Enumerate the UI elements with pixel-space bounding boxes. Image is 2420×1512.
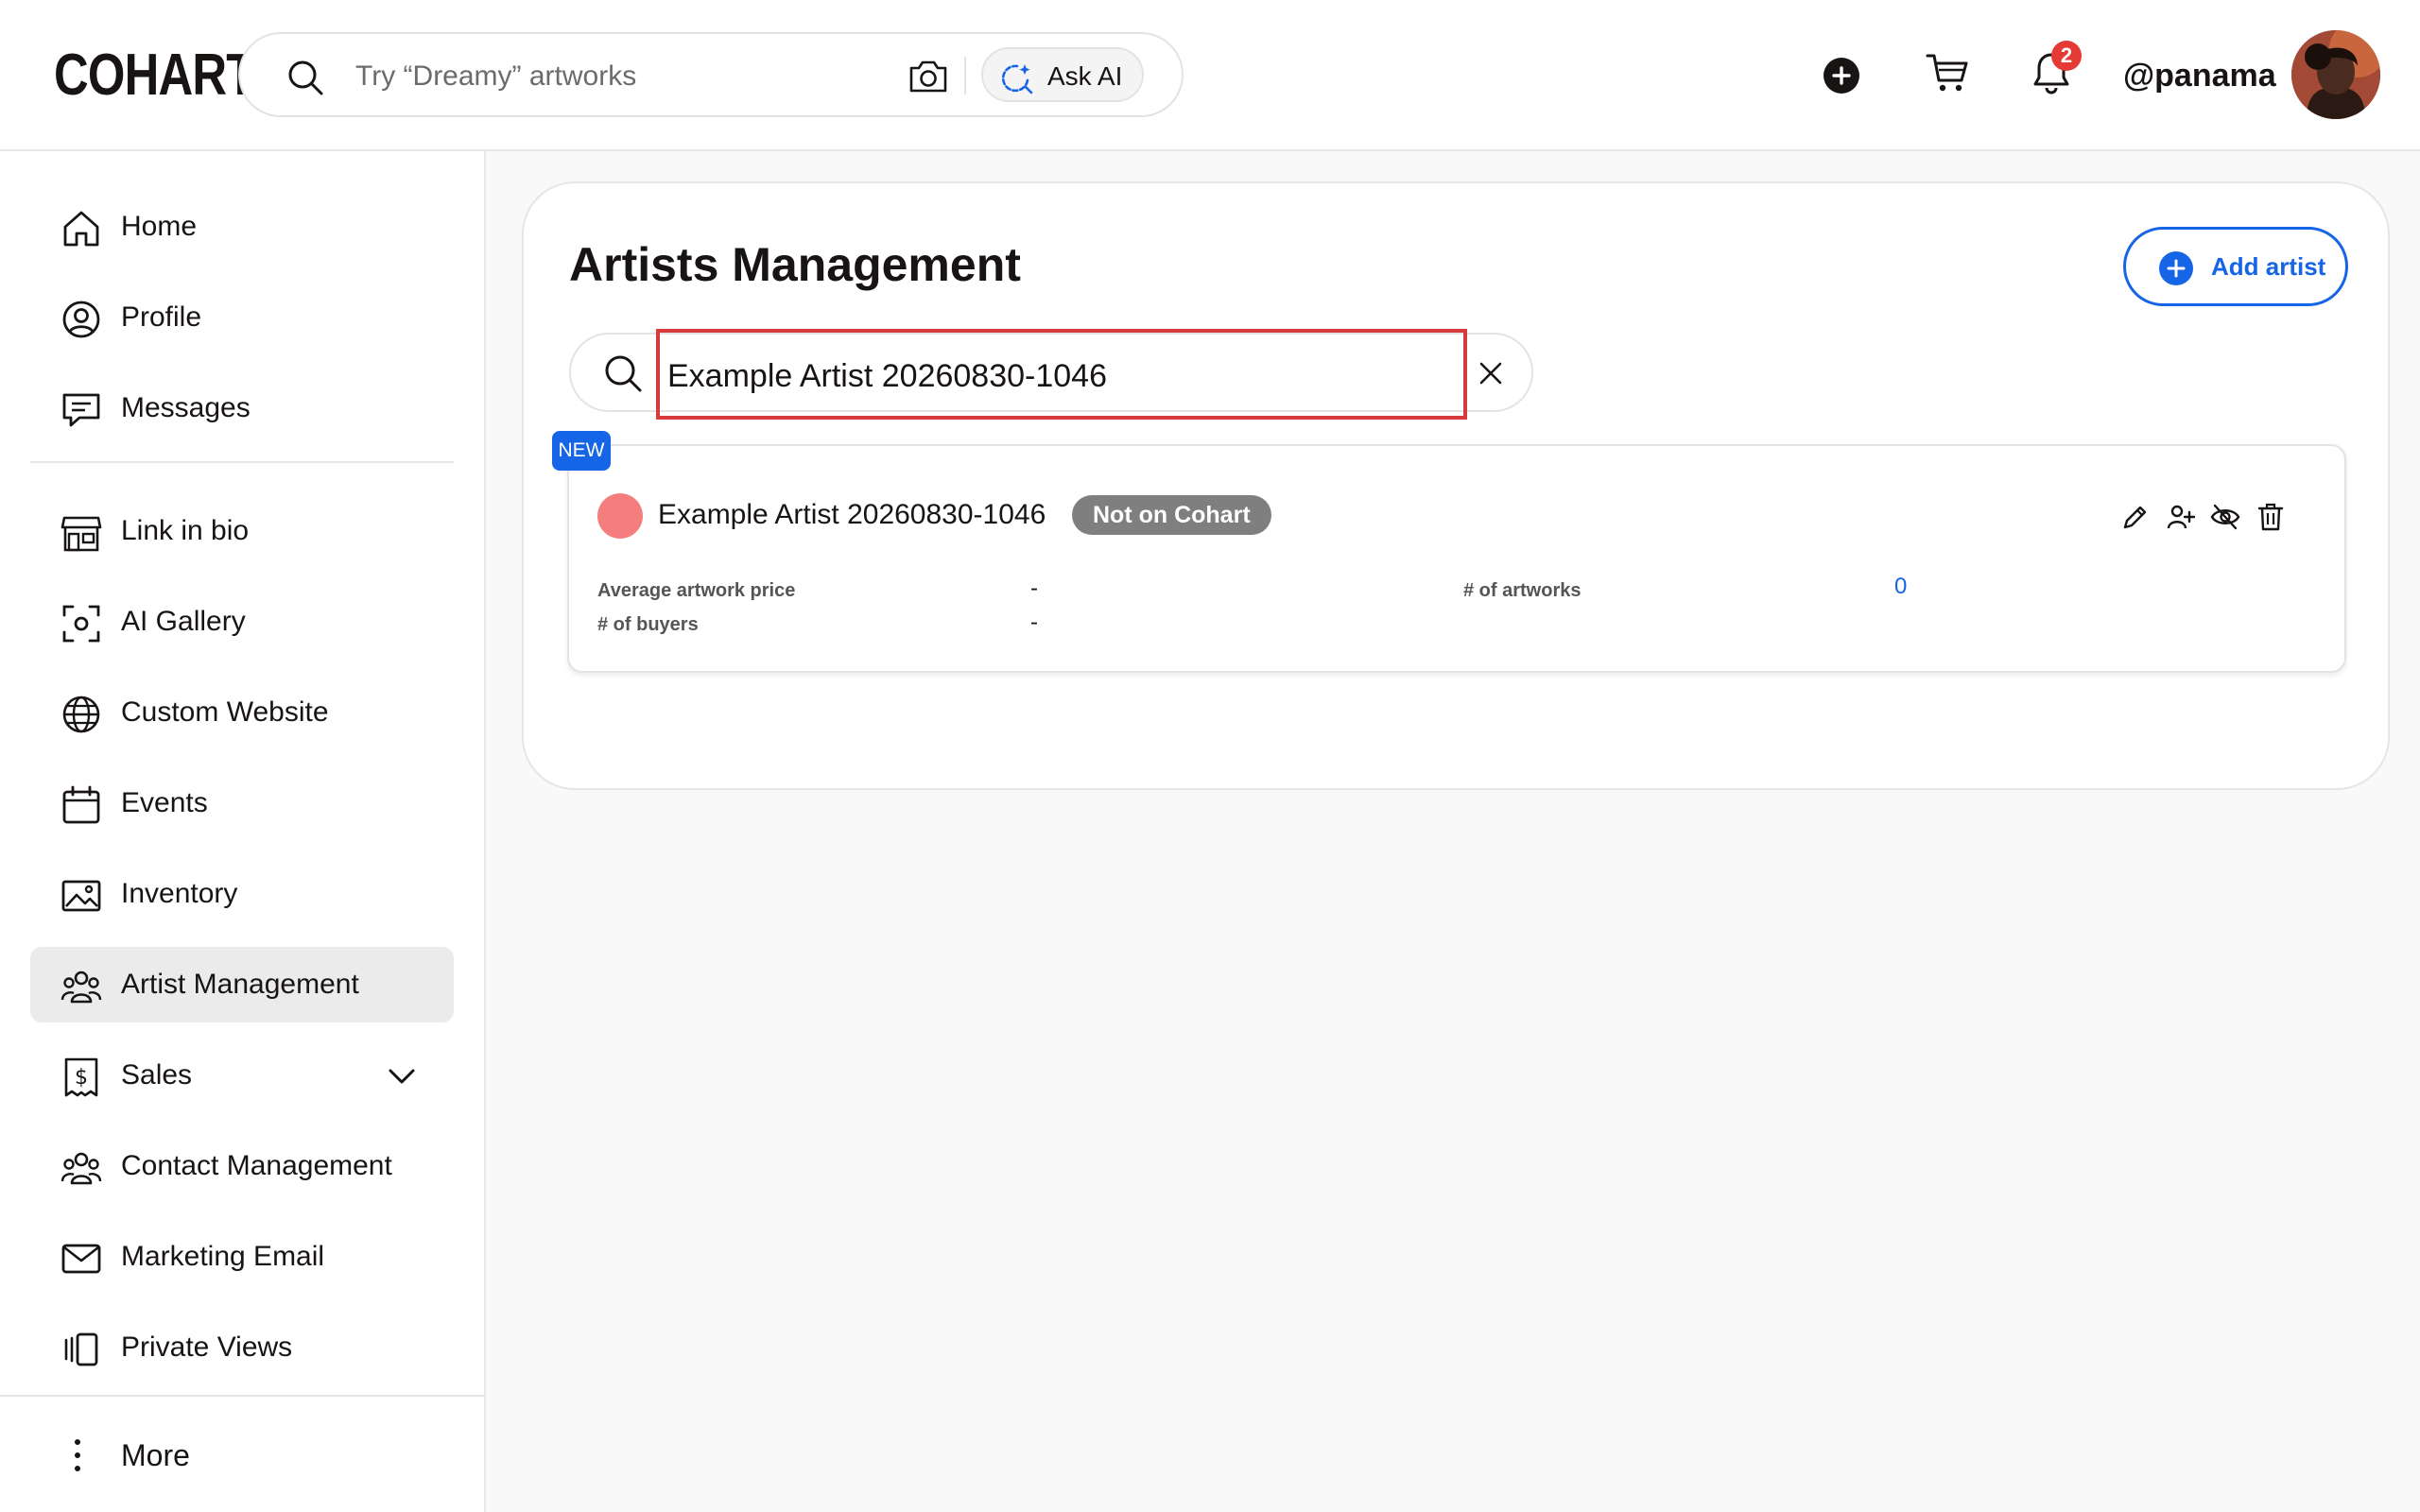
search-icon xyxy=(287,60,323,95)
invite-user-icon[interactable] xyxy=(2167,503,2195,531)
users-icon xyxy=(60,966,102,1007)
messages-icon xyxy=(60,389,102,431)
artist-row[interactable]: Example Artist 20260830-1046 Not on Coha… xyxy=(567,444,2346,673)
sidebar-item-label: Artist Management xyxy=(121,969,359,1000)
sidebar: Home Profile Messages Link in bio AI Gal… xyxy=(0,151,486,1512)
ask-ai-button[interactable]: Ask AI xyxy=(981,47,1144,102)
buyers-label: # of buyers xyxy=(597,614,699,635)
page-title: Artists Management xyxy=(569,238,1021,291)
artist-search-value: Example Artist 20260830-1046 xyxy=(667,358,1107,394)
clear-search-icon[interactable] xyxy=(1477,359,1505,387)
buyers-value: - xyxy=(1030,610,1038,635)
notification-count-badge: 2 xyxy=(2051,41,2082,71)
global-search-placeholder[interactable]: Try “Dreamy” artworks xyxy=(355,60,636,93)
hide-eye-icon[interactable] xyxy=(2210,503,2240,531)
sidebar-item-private-views[interactable]: Private Views xyxy=(30,1310,454,1385)
artist-name[interactable]: Example Artist 20260830-1046 xyxy=(658,497,1046,533)
sidebar-item-contact-management[interactable]: Contact Management xyxy=(30,1128,454,1204)
trash-icon[interactable] xyxy=(2257,503,2284,531)
sidebar-item-label: Profile xyxy=(121,301,202,333)
contacts-icon xyxy=(60,1147,102,1189)
sidebar-item-messages[interactable]: Messages xyxy=(30,370,454,446)
global-search-bar[interactable]: Try “Dreamy” artworks Ask AI xyxy=(238,32,1184,117)
profile-icon xyxy=(60,299,102,340)
sidebar-item-link-in-bio[interactable]: Link in bio xyxy=(30,493,454,569)
more-label: More xyxy=(121,1438,190,1472)
storefront-icon xyxy=(60,512,102,554)
mail-icon xyxy=(60,1238,102,1280)
sidebar-item-home[interactable]: Home xyxy=(30,189,454,265)
artworks-label: # of artworks xyxy=(1463,580,1582,601)
user-avatar[interactable] xyxy=(2291,30,2380,119)
sidebar-item-label: Contact Management xyxy=(121,1150,392,1181)
sidebar-item-label: Sales xyxy=(121,1059,193,1091)
home-icon xyxy=(60,208,102,249)
artist-search-bar: Example Artist 20260830-1046 xyxy=(569,329,1533,420)
artists-management-panel: Artists Management Add artist Example Ar… xyxy=(522,181,2390,790)
search-divider xyxy=(964,57,966,94)
sidebar-item-label: Inventory xyxy=(121,878,238,909)
sidebar-item-marketing-email[interactable]: Marketing Email xyxy=(30,1219,454,1295)
create-plus-icon[interactable] xyxy=(1823,57,1860,94)
chevron-down-icon[interactable] xyxy=(386,1060,418,1092)
more-vertical-icon xyxy=(72,1436,83,1474)
add-artist-label: Add artist xyxy=(2211,252,2326,281)
status-badge: Not on Cohart xyxy=(1072,495,1271,535)
sidebar-divider xyxy=(30,461,454,463)
dollar-icon: $ xyxy=(60,1057,102,1098)
sidebar-item-custom-website[interactable]: Custom Website xyxy=(30,675,454,750)
camera-icon[interactable] xyxy=(908,57,949,94)
sidebar-item-inventory[interactable]: Inventory xyxy=(30,856,454,932)
sidebar-item-sales[interactable]: $ Sales xyxy=(30,1038,454,1113)
ai-sparkle-icon xyxy=(1000,61,1034,95)
avg-price-value: - xyxy=(1030,576,1038,601)
sidebar-item-label: Marketing Email xyxy=(121,1241,325,1272)
new-badge: NEW xyxy=(552,431,611,471)
sidebar-item-artist-management[interactable]: Artist Management xyxy=(30,947,454,1022)
sidebar-item-events[interactable]: Events xyxy=(30,765,454,841)
sidebar-item-ai-gallery[interactable]: AI Gallery xyxy=(30,584,454,660)
sidebar-item-label: Private Views xyxy=(121,1332,293,1363)
sidebar-bottom-divider xyxy=(0,1395,486,1397)
private-views-icon xyxy=(60,1329,102,1370)
top-header: COHART Try “Dreamy” artworks Ask AI 2 @p… xyxy=(0,0,2420,151)
plus-circle-icon xyxy=(2158,250,2194,286)
sidebar-item-label: Messages xyxy=(121,392,251,423)
calendar-icon xyxy=(60,784,102,826)
sidebar-item-profile[interactable]: Profile xyxy=(30,280,454,355)
cohart-logo[interactable]: COHART xyxy=(54,42,255,110)
username[interactable]: @panama xyxy=(2123,57,2276,94)
sidebar-item-label: Custom Website xyxy=(121,696,329,728)
avg-price-label: Average artwork price xyxy=(597,580,796,601)
svg-text:$: $ xyxy=(75,1066,88,1090)
artworks-count-link[interactable]: 0 xyxy=(1894,575,1907,599)
sidebar-item-more[interactable]: More xyxy=(30,1418,454,1493)
cart-icon[interactable] xyxy=(1925,51,1970,94)
globe-icon xyxy=(60,694,102,735)
sidebar-item-label: Events xyxy=(121,787,208,818)
edit-pencil-icon[interactable] xyxy=(2121,503,2150,531)
image-icon xyxy=(60,875,102,917)
artist-search-input[interactable]: Example Artist 20260830-1046 xyxy=(656,329,1467,420)
ai-scan-icon xyxy=(60,603,102,644)
sidebar-item-label: Home xyxy=(121,211,198,242)
search-icon xyxy=(603,353,643,393)
sidebar-item-label: AI Gallery xyxy=(121,606,246,637)
artist-avatar xyxy=(597,493,643,539)
add-artist-button[interactable]: Add artist xyxy=(2123,227,2348,306)
sidebar-item-label: Link in bio xyxy=(121,515,250,546)
ask-ai-label: Ask AI xyxy=(1047,61,1123,91)
